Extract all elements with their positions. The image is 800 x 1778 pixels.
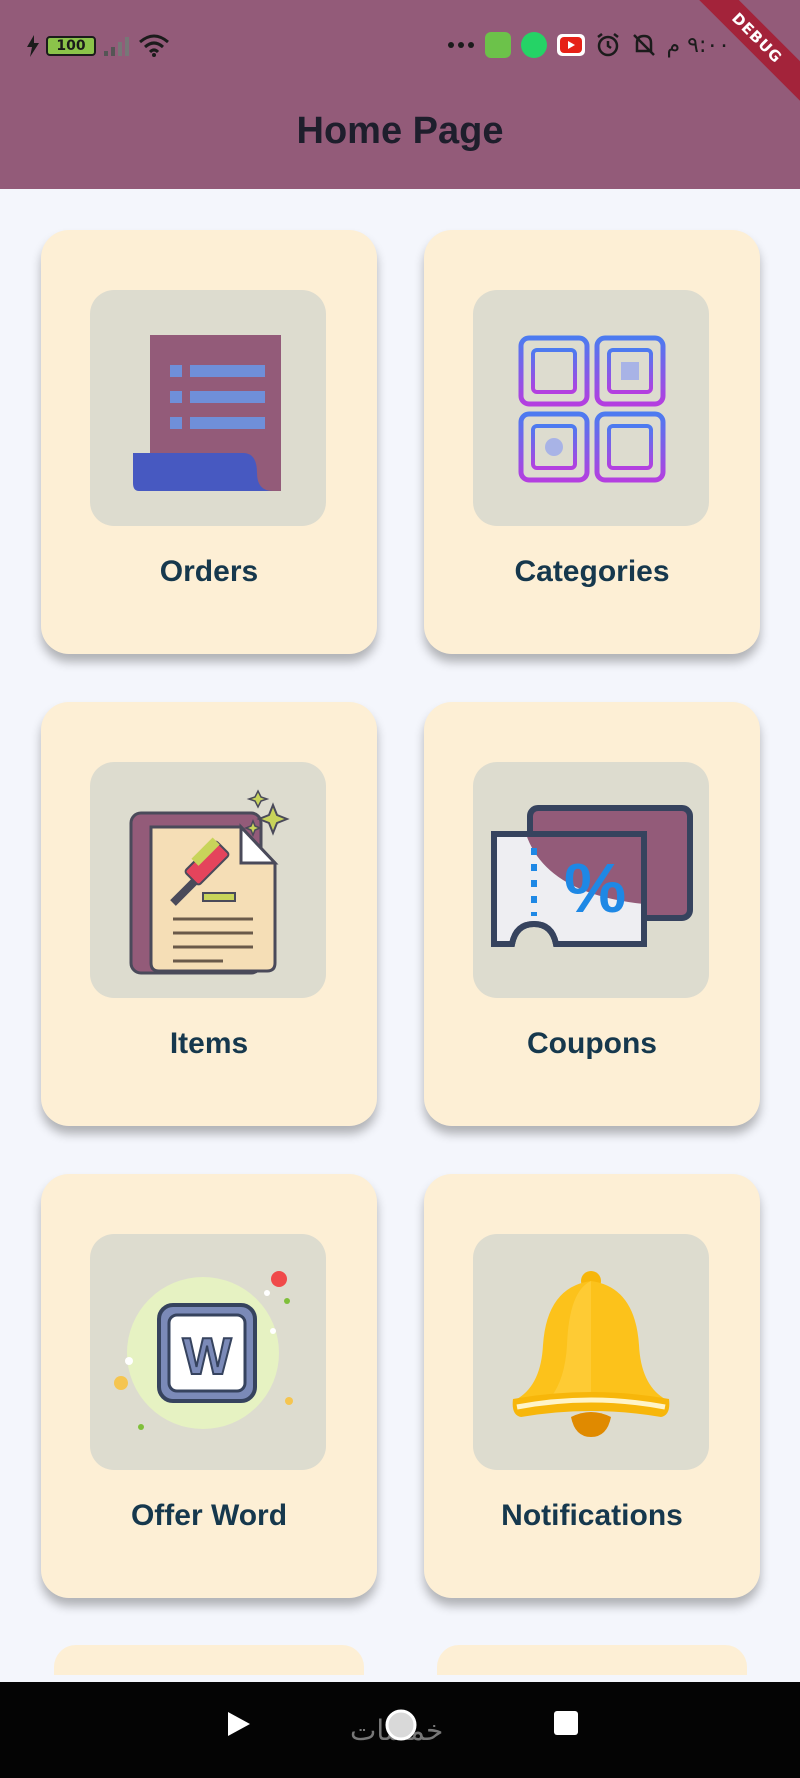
wifi-icon xyxy=(139,34,169,57)
tile-coupons[interactable]: % Coupons xyxy=(424,702,760,1126)
tile-items[interactable]: Items xyxy=(41,702,377,1126)
tile-notifications[interactable]: Notifications xyxy=(424,1174,760,1598)
status-bar: 100 ٩:٠٠ م DEBUG xyxy=(0,0,800,109)
whatsapp-icon xyxy=(520,32,547,58)
tile-peek-right xyxy=(437,1645,747,1675)
tile-offer-word[interactable]: W Offer Word xyxy=(41,1174,377,1598)
battery-level: 100 xyxy=(56,38,86,54)
back-icon[interactable] xyxy=(224,1708,252,1740)
tile-label: Coupons xyxy=(527,1027,657,1060)
signal-icon xyxy=(104,37,129,56)
battery-icon: 100 xyxy=(46,36,96,56)
page-title: Home Page xyxy=(296,110,504,152)
system-nav-bar: خمسات xyxy=(0,1682,800,1778)
home-icon[interactable] xyxy=(384,1708,418,1742)
svg-text:%: % xyxy=(564,849,626,927)
document-list-icon xyxy=(90,290,326,526)
bell-icon xyxy=(473,1234,709,1470)
muted-bell-icon xyxy=(632,34,655,56)
status-right: ٩:٠٠ م xyxy=(447,32,731,58)
alarm-icon xyxy=(596,33,619,57)
status-left: 100 xyxy=(26,34,170,58)
tile-categories[interactable]: Categories xyxy=(424,230,760,654)
more-dots-icon xyxy=(447,42,474,48)
tile-label: Offer Word xyxy=(130,1499,288,1532)
status-time: ٩:٠٠ م xyxy=(666,32,731,58)
app-bar: 100 ٩:٠٠ م DEBUG Home Page xyxy=(0,0,800,189)
categories-grid-icon xyxy=(473,290,709,526)
word-badge-icon: W xyxy=(90,1234,326,1470)
android-app-icon xyxy=(484,32,511,58)
home-grid: Orders Categories Items % Coupons W Offe… xyxy=(0,189,800,1682)
tile-label: Categories xyxy=(514,555,670,588)
tile-label: Notifications xyxy=(501,1499,683,1532)
tile-label: Orders xyxy=(159,555,259,588)
svg-text:W: W xyxy=(182,1328,232,1386)
youtube-icon xyxy=(556,34,585,56)
gavel-document-icon xyxy=(90,762,326,998)
tile-orders[interactable]: Orders xyxy=(41,230,377,654)
tile-label: Items xyxy=(169,1027,249,1060)
charging-icon xyxy=(27,35,39,57)
coupon-percent-icon: % xyxy=(473,762,709,998)
tile-peek-left xyxy=(54,1645,364,1675)
recents-icon[interactable] xyxy=(553,1710,579,1736)
